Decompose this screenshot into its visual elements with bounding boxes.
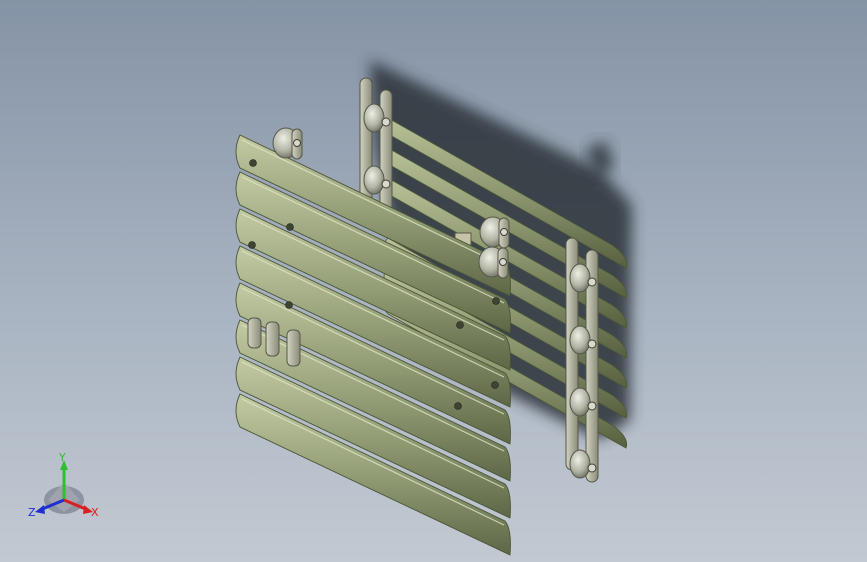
triad-y-label: Y — [58, 451, 66, 464]
slat-bolt — [248, 241, 256, 249]
chain-roller — [363, 165, 385, 195]
chain-roller — [363, 103, 385, 133]
chain-roller — [569, 263, 591, 293]
chain-pin — [587, 339, 597, 349]
graphics-viewport[interactable]: Y X Z — [0, 0, 867, 562]
triad-x-label: X — [91, 506, 99, 519]
slat-bolt — [285, 301, 293, 309]
slat-bolt — [456, 321, 464, 329]
chain-pin — [587, 401, 597, 411]
slat-bolt — [249, 159, 257, 167]
chain-roller — [569, 449, 591, 479]
chain-pin — [381, 179, 391, 189]
model-scene[interactable]: Y X Z — [0, 0, 867, 562]
slat-bolt — [286, 223, 294, 231]
chain-roller — [569, 325, 591, 355]
roller-pin — [499, 258, 507, 266]
chain-pin — [587, 463, 597, 473]
z-axis-arrowhead — [35, 505, 45, 514]
chain-pin — [381, 117, 391, 127]
bottom-bracket — [286, 329, 301, 367]
bottom-bracket — [247, 317, 262, 349]
chain-roller — [569, 387, 591, 417]
slat-bolt — [491, 381, 499, 389]
chain-pin — [587, 277, 597, 287]
roller-pin — [500, 228, 508, 236]
view-triad[interactable]: Y X Z — [28, 451, 99, 519]
triad-z-label: Z — [28, 506, 36, 519]
slat-bolt — [454, 402, 462, 410]
roller-pin — [293, 139, 301, 147]
slat-bolt — [492, 297, 500, 305]
bottom-bracket — [265, 321, 280, 357]
